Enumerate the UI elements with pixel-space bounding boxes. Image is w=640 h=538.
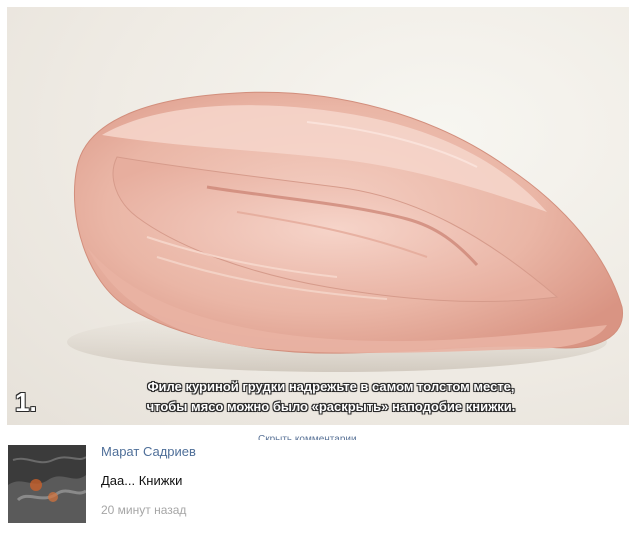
caption-text: Филе куриной грудки надрежьте в самом то… bbox=[41, 377, 621, 417]
comment-item: Марат Садриев Даа... Книжки 20 минут наз… bbox=[8, 444, 628, 525]
comment-text: Даа... Книжки bbox=[101, 473, 183, 488]
avatar[interactable] bbox=[8, 445, 86, 523]
recipe-photo[interactable]: 1. Филе куриной грудки надрежьте в самом… bbox=[7, 7, 629, 425]
caption-line-2: чтобы мясо можно было «раскрыть» наподоб… bbox=[146, 399, 516, 414]
avatar-image-icon bbox=[8, 445, 86, 523]
step-number: 1. bbox=[15, 387, 37, 417]
comment-author[interactable]: Марат Садриев bbox=[101, 444, 196, 459]
caption-line-1: Филе куриной грудки надрежьте в самом то… bbox=[147, 379, 515, 394]
photo-caption: 1. Филе куриной грудки надрежьте в самом… bbox=[15, 375, 621, 423]
comment-timestamp[interactable]: 20 минут назад bbox=[101, 503, 186, 517]
hide-comments-link[interactable]: Скрыть комментарии bbox=[258, 432, 357, 440]
chicken-fillet-illustration bbox=[67, 91, 624, 372]
